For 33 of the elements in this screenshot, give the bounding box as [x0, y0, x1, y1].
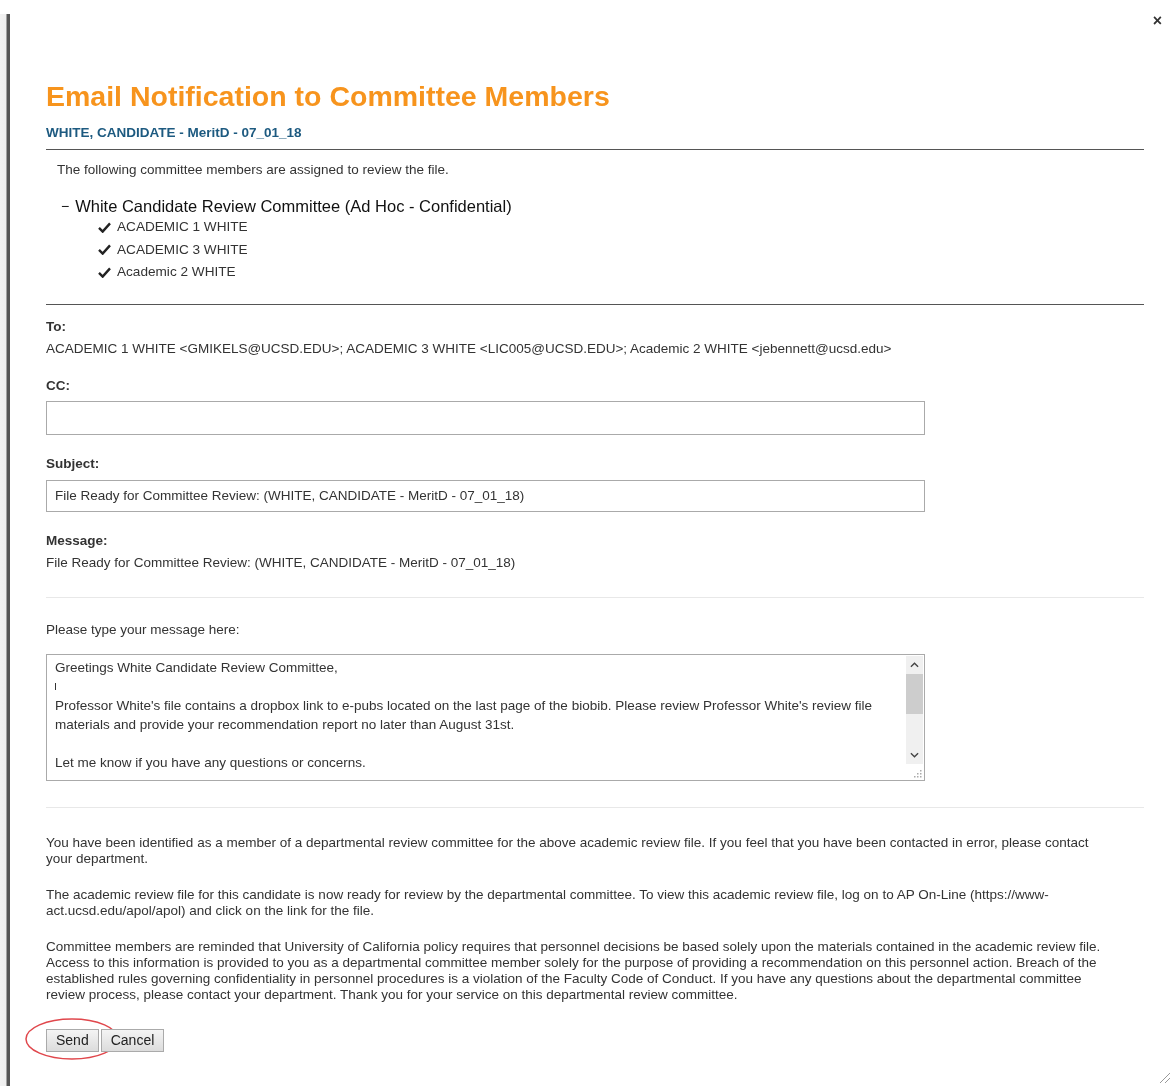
- field-label: Subject:: [46, 455, 101, 472]
- collapse-toggle[interactable]: −: [61, 196, 70, 216]
- close-button[interactable]: ×: [1149, 12, 1165, 30]
- dialog-button[interactable]: Send: [46, 1028, 99, 1052]
- scroll-down-icon: [910, 751, 919, 758]
- message-paragraph: Greetings White Candidate Review Committee,: [55, 658, 339, 677]
- dialog-button[interactable]: Cancel: [100, 1028, 165, 1052]
- dialog-title: Email Notification to Committee Members: [46, 79, 611, 113]
- message-text: File Ready for Committee Review: (WHITE, CANDIDATE - MeritD - 07_01_18): [46, 554, 517, 571]
- message-paragraph: Let me know if you have any questions or concerns.: [55, 753, 367, 772]
- committee-name: White Candidate Review Committee (Ad Hoc - Confidential): [75, 196, 512, 216]
- field-label: To:: [46, 318, 67, 335]
- notice-paragraph: You have been identified as a member of a departmental review committee for the above academic review file. If you feel that you have been contacted in error, please contact your department.: [46, 834, 1090, 867]
- notice-paragraph: Committee members are reminded that University of California policy requires that personnel decisions be based solely upon the materials contained in the academic review file. Access to this information is provided to you as a departmental committee member solely for the purpose of providing a recommendation on this personnel action. Breach of the established rules governing confidentiality in personnel procedures is a violation of the Faculty Code of Conduct. If you have any questions about the departmental committee review process, please contact your department. Thank you for your service on this departmental review committee.: [46, 938, 1102, 1003]
- field-label: Please type your message here:: [46, 621, 241, 638]
- field-label: CC:: [46, 377, 71, 394]
- notice-paragraph: The academic review file for this candidate is now ready for review by the departmental committee. To view this academic review file, log on to AP On-Line (https://www-act.ucsd.edu/apol/apol) and click on the link for the file.: [46, 886, 1050, 919]
- message-paragraph: Professor White's file contains a dropbox link to e-pubs located on the last page of the biobib. Please review Professor White's review file materials and provide your recommendation report no later than August 31st.: [55, 696, 874, 734]
- resize-grip-icon: [914, 769, 922, 778]
- scroll-up-icon: [910, 661, 919, 668]
- scroll-thumb[interactable]: [906, 673, 923, 714]
- record-title: WHITE, CANDIDATE - MeritD - 07_01_18: [46, 125, 303, 141]
- resize-grip-icon: [1159, 1072, 1171, 1084]
- recipients-text: ACADEMIC 1 WHITE <GMIKELS@UCSD.EDU>; ACADEMIC 3 WHITE <LIC005@UCSD.EDU>; Academic 2 WHITE <jebennett@ucsd.edu>: [46, 340, 893, 357]
- subject-field[interactable]: File Ready for Committee Review: (WHITE, CANDIDATE - MeritD - 07_01_18): [46, 479, 925, 512]
- intro-text: The following committee members are assigned to review the file.: [57, 162, 450, 178]
- member-name: ACADEMIC 1 WHITE: [117, 218, 248, 236]
- cc-field[interactable]: [46, 400, 925, 435]
- member-name: Academic 2 WHITE: [117, 263, 236, 281]
- text-cursor: [55, 682, 56, 690]
- message-textarea[interactable]: [46, 653, 925, 781]
- member-name: ACADEMIC 3 WHITE: [117, 240, 248, 259]
- field-label: Message:: [46, 532, 109, 549]
